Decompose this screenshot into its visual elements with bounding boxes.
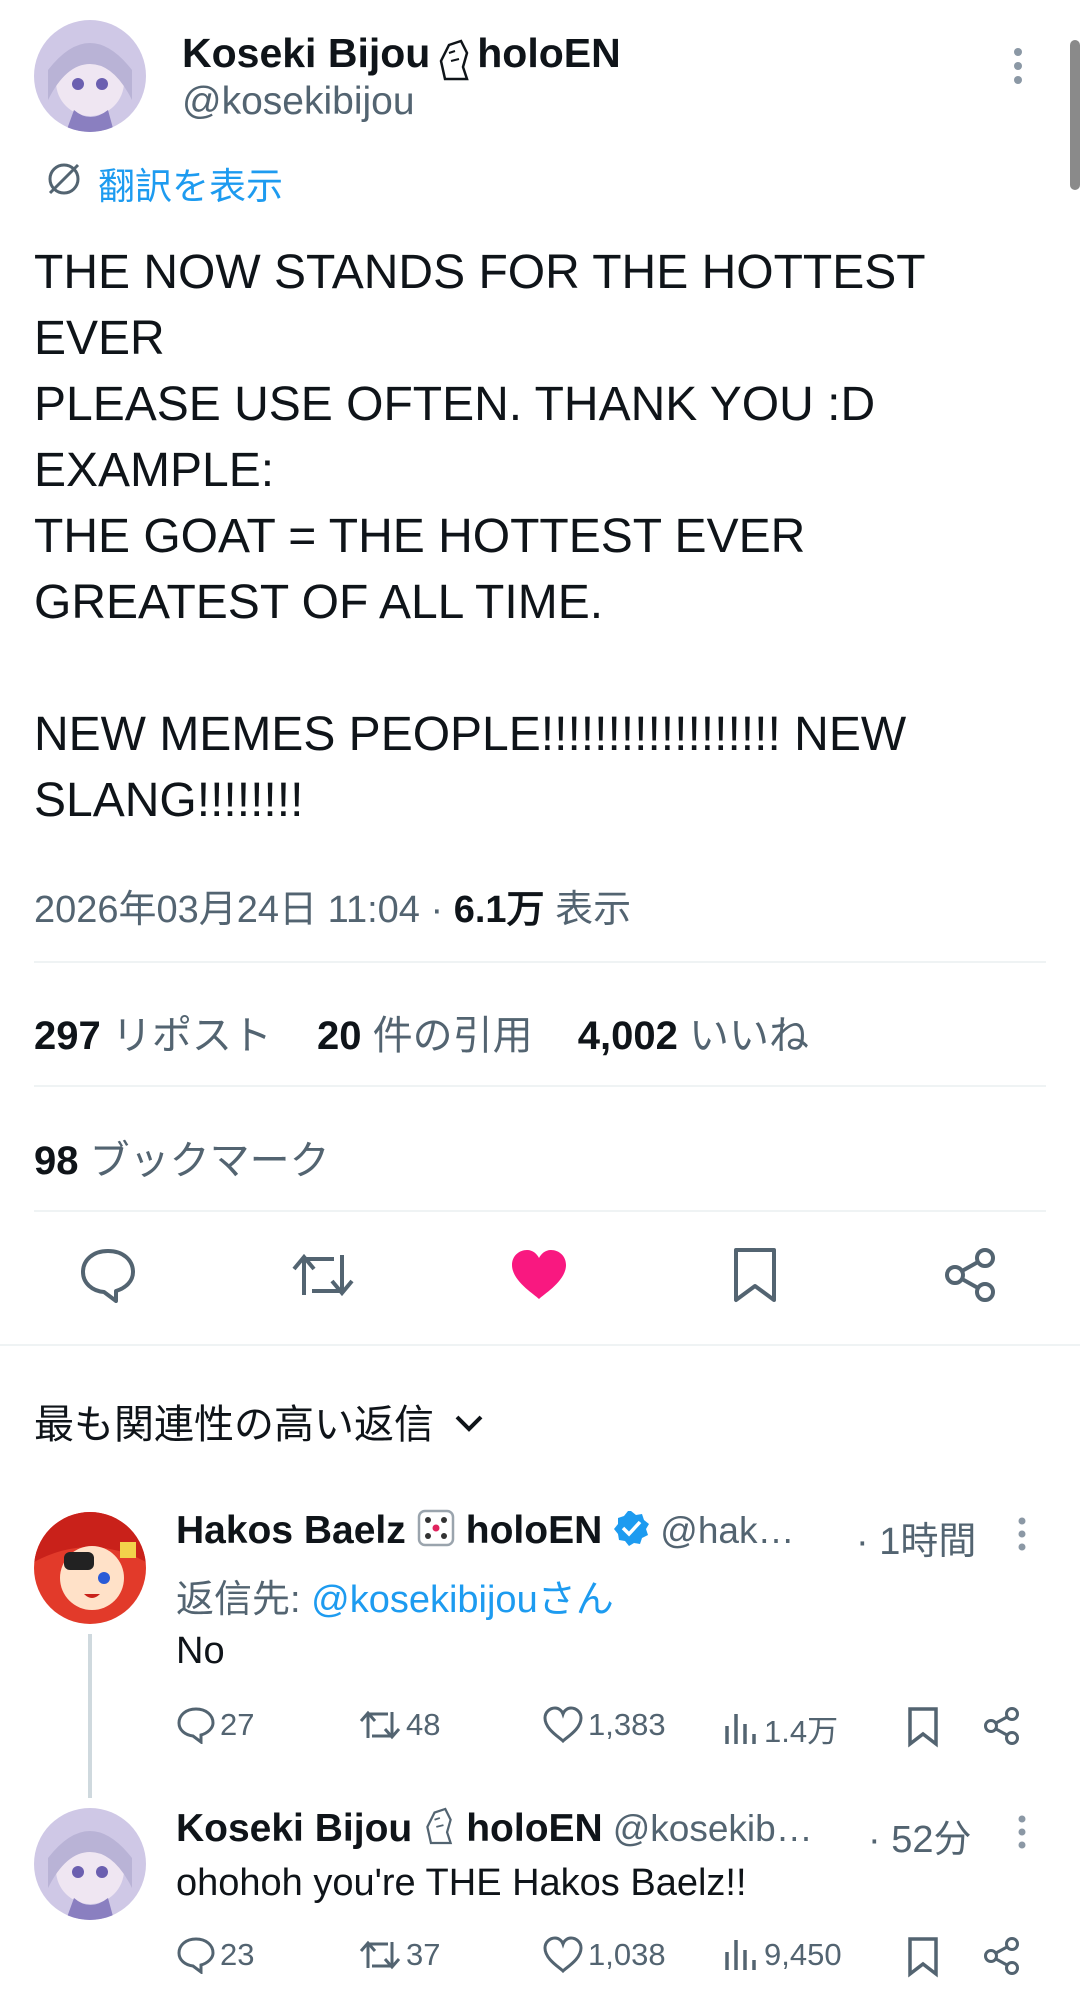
bookmarks-count: 98 — [34, 1139, 79, 1183]
divider — [34, 1210, 1046, 1212]
chevron-down-icon — [454, 1399, 484, 1444]
meta-separator: · — [419, 889, 454, 931]
reposts-label: リポスト — [100, 1014, 272, 1058]
reply-actions: 23 37 1,038 9,450 — [0, 1936, 1080, 1996]
reply-icon[interactable] — [73, 1240, 143, 1310]
reply-author-handle[interactable]: @hak… — [660, 1510, 794, 1552]
divider — [34, 961, 1046, 963]
author-suffix: holoEN — [477, 30, 621, 76]
reply-repost-button[interactable]: 37 — [358, 1936, 440, 1974]
reply-views-button[interactable]: 1.4万 — [722, 1706, 838, 1751]
reply-author-suffix: holoEN — [465, 1508, 603, 1552]
likes-stat[interactable]: 4,002 いいね — [578, 1014, 809, 1058]
reply-repost-button[interactable]: 48 — [358, 1706, 440, 1744]
views-label: 表示 — [544, 889, 632, 931]
reposts-count: 297 — [34, 1014, 101, 1058]
reply-views-count: 1.4万 — [764, 1714, 839, 1749]
translate-icon — [44, 159, 84, 208]
author-name: Koseki Bijou — [182, 30, 431, 76]
reply-text: ohohoh you're THE Hakos Baelz!! — [176, 1862, 747, 1904]
reply-icon — [177, 1937, 215, 1974]
reply-icon — [177, 1707, 215, 1744]
reply-actions: 27 48 1,383 1.4万 — [0, 1706, 1080, 1766]
bookmark-icon[interactable] — [906, 1706, 940, 1748]
views-icon — [725, 1940, 756, 1970]
reply-comment-button[interactable]: 27 — [176, 1706, 254, 1744]
repost-icon[interactable] — [288, 1240, 358, 1310]
like-icon — [543, 1936, 583, 1974]
likes-label: いいね — [677, 1014, 809, 1058]
divider — [34, 1085, 1046, 1087]
author-handle[interactable]: @kosekibijou — [182, 80, 415, 124]
author-name-row[interactable]: Koseki Bijou holoEN — [182, 30, 621, 86]
quotes-stat[interactable]: 20 件の引用 — [317, 1014, 533, 1058]
reply-time[interactable]: · 52分 — [868, 1808, 971, 1863]
reply-comment-button[interactable]: 23 — [176, 1936, 254, 1974]
share-icon[interactable] — [982, 1706, 1022, 1746]
share-icon[interactable] — [935, 1240, 1005, 1310]
reply-author-name[interactable]: Koseki Bijou — [176, 1807, 412, 1851]
rock-emoji-icon — [435, 39, 473, 86]
bookmark-icon[interactable] — [720, 1240, 790, 1310]
repost-icon — [359, 1710, 401, 1740]
reply-like-button[interactable]: 1,383 — [542, 1706, 666, 1744]
reply-text: No — [176, 1630, 225, 1672]
like-icon[interactable] — [504, 1240, 574, 1310]
reply-views-count: 9,450 — [764, 1937, 842, 1972]
reply-author-suffix: holoEN — [466, 1806, 603, 1850]
like-icon — [543, 1706, 583, 1744]
divider — [0, 1344, 1080, 1346]
views-icon — [725, 1713, 756, 1744]
translate-link[interactable]: 翻訳を表示 — [44, 156, 283, 210]
tweet-meta: 2026年03月24日 11:04 · 6.1万 表示 — [34, 878, 631, 933]
repost-icon — [359, 1940, 401, 1970]
more-options-icon[interactable] — [1013, 46, 1023, 91]
bookmarks-label: ブックマーク — [78, 1139, 330, 1183]
reply-time[interactable]: · 1時間 — [856, 1510, 976, 1565]
reply-author-name[interactable]: Hakos Baelz — [176, 1509, 406, 1553]
reply-to-handle[interactable]: @kosekibijouさん — [311, 1579, 614, 1621]
reply-header: Hakos Baelz holoEN @hak… — [176, 1508, 794, 1553]
views-count: 6.1万 — [453, 889, 545, 931]
reply-repost-count: 37 — [406, 1937, 441, 1972]
share-icon[interactable] — [982, 1936, 1022, 1976]
replies-sort-dropdown[interactable]: 最も関連性の高い返信 — [34, 1392, 484, 1450]
reply-to-prefix: 返信先: — [176, 1579, 312, 1621]
more-options-icon[interactable] — [1017, 1516, 1027, 1557]
verified-badge-icon — [612, 1509, 650, 1552]
more-options-icon[interactable] — [1017, 1814, 1027, 1855]
likes-count: 4,002 — [577, 1014, 678, 1058]
reply-like-button[interactable]: 1,038 — [542, 1936, 666, 1974]
bookmark-icon[interactable] — [906, 1936, 940, 1978]
tweet-text: THE NOW STANDS FOR THE HOTTEST EVER PLEA… — [34, 246, 926, 827]
replies-section-title: 最も関連性の高い返信 — [34, 1403, 434, 1447]
engagement-stats: 297 リポスト 20 件の引用 4,002 いいね — [34, 1003, 809, 1061]
reply-author-handle[interactable]: @kosekib… — [613, 1808, 813, 1850]
tweet-actions — [0, 1240, 1080, 1330]
reposts-stat[interactable]: 297 リポスト — [34, 1014, 272, 1058]
translate-label: 翻訳を表示 — [98, 166, 283, 207]
dice-emoji-icon — [416, 1508, 456, 1553]
reply-avatar[interactable] — [34, 1512, 146, 1624]
reply-avatar[interactable] — [34, 1808, 146, 1920]
bookmarks-stat[interactable]: 98 ブックマーク — [34, 1128, 330, 1186]
scrollbar[interactable] — [1070, 40, 1080, 190]
reply-views-button[interactable]: 9,450 — [722, 1936, 842, 1974]
tweet-timestamp[interactable]: 2026年03月24日 11:04 — [34, 889, 420, 931]
reply-like-count: 1,383 — [588, 1707, 666, 1742]
reply-like-count: 1,038 — [588, 1937, 666, 1972]
rock-emoji-icon — [422, 1806, 456, 1851]
reply-to-line: 返信先: @kosekibijouさん — [176, 1568, 614, 1623]
quotes-count: 20 — [317, 1014, 362, 1058]
reply-repost-count: 48 — [406, 1707, 441, 1742]
reply-comment-count: 23 — [220, 1937, 255, 1972]
reply-header: Koseki Bijou holoEN @kosekib… — [176, 1806, 813, 1851]
author-avatar[interactable] — [34, 20, 146, 132]
quotes-label: 件の引用 — [361, 1014, 533, 1058]
reply-comment-count: 27 — [220, 1707, 255, 1742]
